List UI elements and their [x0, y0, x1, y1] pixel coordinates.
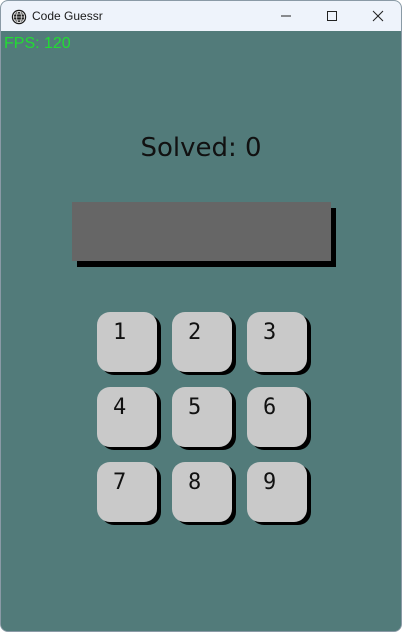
key-label: 6	[263, 395, 277, 420]
key-8-button[interactable]: 8	[172, 462, 232, 522]
key-3-button[interactable]: 3	[247, 312, 307, 372]
window-title: Code Guessr	[32, 9, 103, 23]
key-label: 1	[113, 320, 127, 345]
title-bar[interactable]: Code Guessr	[1, 1, 401, 31]
app-window: Code Guessr FPS: 120 Solved: 0 1 2 3 4 5…	[0, 0, 402, 632]
fps-counter: FPS: 120	[4, 35, 71, 52]
key-1-button[interactable]: 1	[97, 312, 157, 372]
key-label: 9	[263, 470, 277, 495]
minimize-icon	[281, 15, 291, 17]
close-button[interactable]	[355, 1, 401, 31]
game-canvas: FPS: 120 Solved: 0 1 2 3 4 5 6 7 8 9	[1, 31, 401, 631]
key-9-button[interactable]: 9	[247, 462, 307, 522]
key-4-button[interactable]: 4	[97, 387, 157, 447]
key-label: 7	[113, 470, 127, 495]
key-label: 3	[263, 320, 277, 345]
app-globe-icon	[11, 9, 27, 25]
key-7-button[interactable]: 7	[97, 462, 157, 522]
key-label: 2	[188, 320, 202, 345]
solved-counter: Solved: 0	[140, 133, 262, 163]
code-display	[72, 202, 331, 261]
maximize-button[interactable]	[309, 1, 355, 31]
key-label: 8	[188, 470, 202, 495]
maximize-icon	[327, 11, 337, 21]
minimize-button[interactable]	[263, 1, 309, 31]
close-icon	[372, 10, 384, 22]
key-label: 4	[113, 395, 127, 420]
key-label: 5	[188, 395, 202, 420]
key-5-button[interactable]: 5	[172, 387, 232, 447]
key-6-button[interactable]: 6	[247, 387, 307, 447]
key-2-button[interactable]: 2	[172, 312, 232, 372]
